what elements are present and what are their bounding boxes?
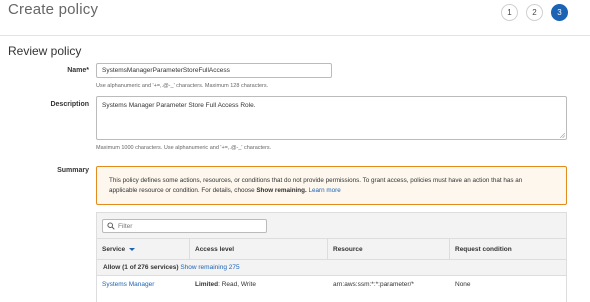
alert-text-bold: Show remaining. [256,187,307,194]
section-title: Review policy [8,44,82,58]
table-header: Service Access level Resource Request co… [97,238,566,259]
sort-caret-icon [129,247,136,251]
summary-table: Service Access level Resource Request co… [96,212,567,302]
summary-warning-alert: This policy defines some actions, resour… [96,166,567,205]
name-label: Name* [67,67,89,74]
alert-text-prefix: applicable resource or condition. For de… [109,187,257,194]
wizard-steps: 1 2 3 [501,4,568,21]
filter-input[interactable] [118,221,263,231]
policy-description-textarea[interactable]: Systems Manager Parameter Store Full Acc… [96,96,567,140]
step-2-indicator[interactable]: 2 [526,4,543,21]
filter-box[interactable] [102,219,267,233]
cell-access-level: Limited: Read, Write [190,276,328,302]
alert-text-line2: applicable resource or condition. For de… [109,186,554,196]
description-value: Systems Manager Parameter Store Full Acc… [102,102,256,109]
service-link[interactable]: Systems Manager [102,281,154,288]
show-remaining-link[interactable]: Show remaining 275 [180,264,239,271]
cell-resource: arn:aws:ssm:*:*:parameter/* [333,281,414,288]
cell-request-condition: None [455,281,471,288]
description-hint: Maximum 1000 characters. Use alphanumeri… [96,145,272,151]
search-icon [107,222,115,230]
table-row: Systems Manager Limited: Read, Write arn… [97,275,566,302]
allow-group-row: Allow (1 of 276 services) Show remaining… [97,259,566,275]
step-3-indicator: 3 [551,4,568,21]
access-level-bold: Limited [195,281,219,288]
group-label: Allow (1 of 276 services) [103,264,179,271]
column-header-access-level[interactable]: Access level [190,239,328,259]
resize-grip-icon[interactable] [560,133,565,138]
column-header-resource[interactable]: Resource [328,239,450,259]
column-label: Service [102,245,126,253]
policy-name-input[interactable] [96,63,332,78]
summary-label: Summary [57,167,89,174]
cell-service: Systems Manager [97,276,190,302]
learn-more-link[interactable]: Learn more [309,187,341,194]
name-hint: Use alphanumeric and '+=,.@-_' character… [96,83,269,89]
access-level-rest: : Read, Write [218,281,256,288]
page-title: Create policy [8,1,99,18]
description-label: Description [50,101,89,108]
alert-text-line1: This policy defines some actions, resour… [109,177,523,184]
column-header-service[interactable]: Service [97,239,190,259]
page-header: Create policy 1 2 3 [0,0,590,36]
column-header-request-condition[interactable]: Request condition [450,239,566,259]
step-1-indicator[interactable]: 1 [501,4,518,21]
